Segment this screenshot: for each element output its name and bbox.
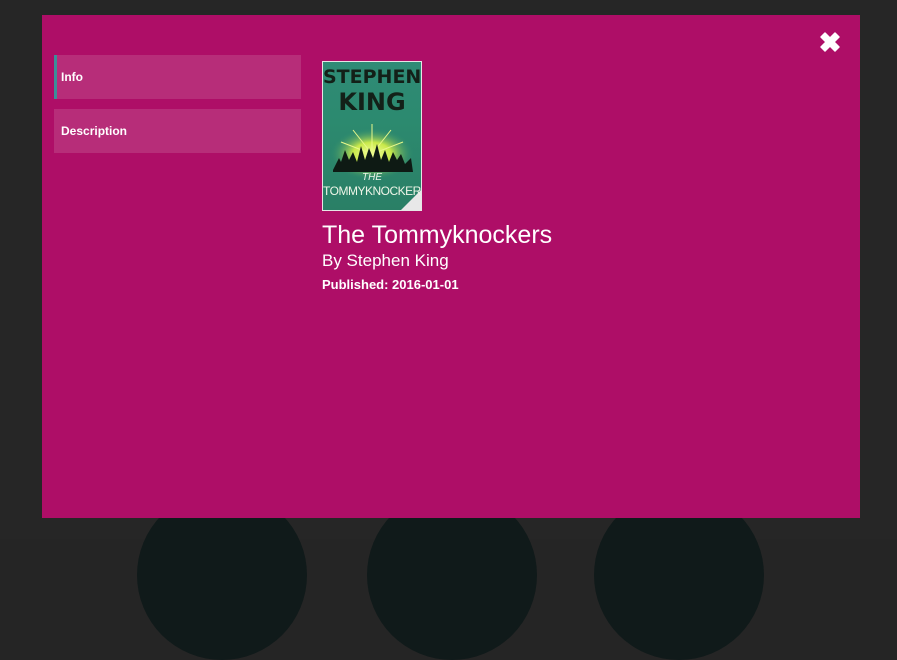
close-button[interactable]: [816, 28, 844, 56]
book-cover-image: STEPHEN KING THE TOMMYKNOCKERS: [322, 61, 422, 211]
book-author: By Stephen King: [322, 251, 449, 270]
cover-title-main: TOMMYKNOCKERS: [323, 184, 422, 198]
book-title: The Tommyknockers: [322, 221, 553, 249]
cover-title-article: THE: [362, 172, 382, 183]
close-x-icon: [820, 32, 840, 52]
book-published-date: Published: 2016-01-01: [322, 277, 459, 292]
book-info-panel: STEPHEN KING THE TOMMYKNOCKERS The Tommy…: [322, 61, 552, 294]
book-details-modal: Info Description STEPHEN KING THE TOMMYK…: [42, 15, 860, 518]
tab-info[interactable]: Info: [54, 55, 301, 99]
tab-info-label: Info: [61, 70, 83, 84]
sidebar-tabs: Info Description: [54, 55, 301, 163]
tab-description[interactable]: Description: [54, 109, 301, 153]
cover-author-first: STEPHEN: [323, 66, 422, 88]
tab-description-label: Description: [61, 124, 128, 138]
cover-author-last: KING: [338, 88, 406, 116]
